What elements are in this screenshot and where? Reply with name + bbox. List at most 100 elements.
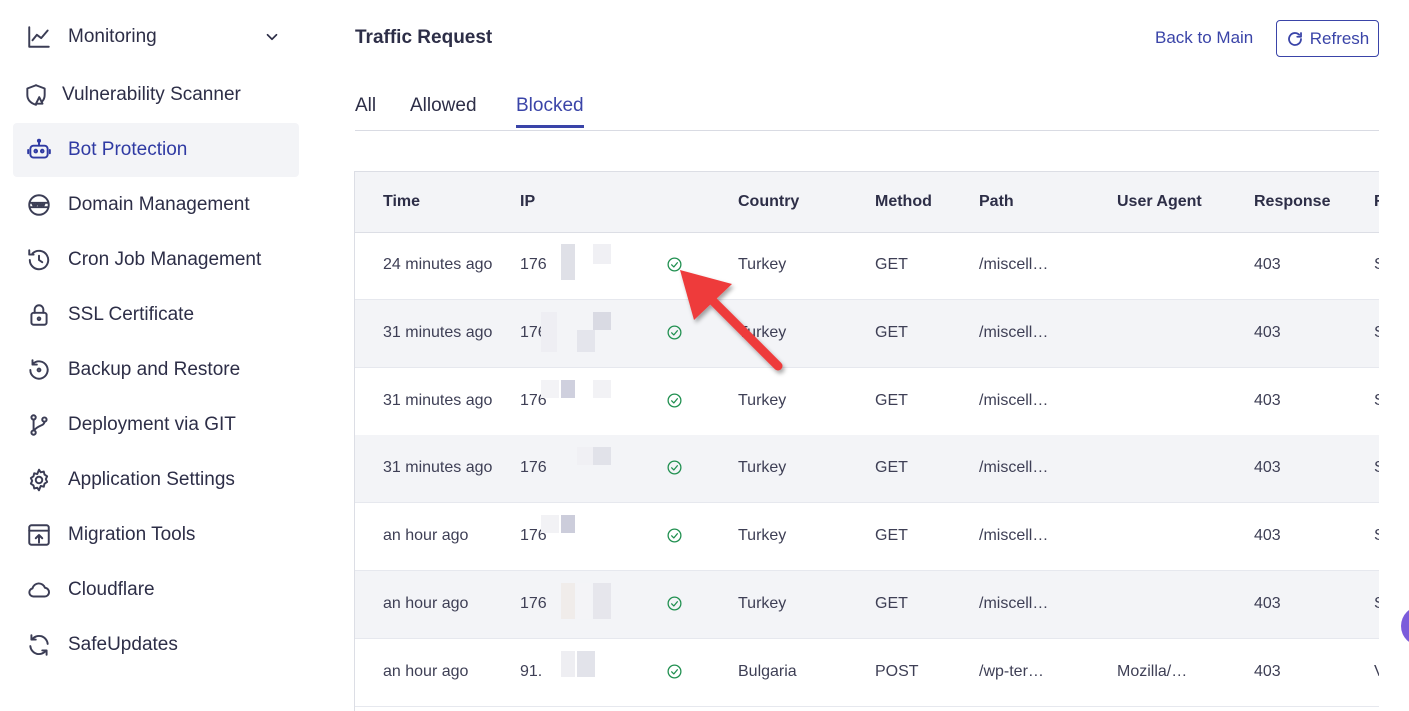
column-header-time[interactable]: Time	[383, 193, 420, 211]
cell-country: Turkey	[738, 256, 787, 273]
check-circle-icon[interactable]	[666, 324, 683, 341]
ip-redaction	[541, 311, 651, 358]
cell-truncated: S	[1374, 459, 1379, 477]
sidebar-item-label: Application Settings	[68, 469, 235, 490]
check-circle-icon[interactable]	[666, 392, 683, 409]
sidebar-item-deployment-via-git[interactable]: Deployment via GIT	[13, 398, 299, 452]
sidebar-item-cron-job-management[interactable]: Cron Job Management	[13, 233, 299, 287]
cell-path: /miscell…	[979, 595, 1049, 612]
cell-country: Bulgaria	[738, 662, 797, 680]
sidebar-item-domain-management[interactable]: Domain Management	[13, 178, 299, 232]
sidebar-item-safeupdates[interactable]: SafeUpdates	[13, 618, 299, 672]
tab-allowed[interactable]: Allowed	[410, 95, 477, 125]
cell-method: GET	[875, 459, 908, 477]
cell-response: 403	[1254, 256, 1281, 273]
column-header-path[interactable]: Path	[979, 193, 1014, 211]
sidebar-item-label: Cron Job Management	[68, 249, 262, 270]
sidebar-item-label: Migration Tools	[68, 524, 196, 545]
sidebar: Monitoring Vulnerability Scanner Bot Pro…	[0, 0, 310, 698]
ip-redaction	[541, 650, 651, 697]
cloud-icon	[26, 577, 52, 603]
cell-method: GET	[875, 391, 908, 409]
cell-truncated: S	[1374, 392, 1379, 410]
ip-redaction	[541, 244, 651, 290]
table-row[interactable]: an hour ago176TurkeyGET/miscell…403S	[355, 571, 1379, 639]
sidebar-item-label: Backup and Restore	[68, 359, 241, 380]
table-row[interactable]: an hour ago176TurkeyGET/miscell…403S	[355, 503, 1379, 572]
tab-blocked[interactable]: Blocked	[516, 95, 584, 128]
check-circle-icon[interactable]	[666, 595, 683, 612]
column-header-ip[interactable]: IP	[520, 193, 535, 211]
chart-line-icon	[26, 24, 52, 50]
cell-response: 403	[1254, 662, 1281, 680]
column-header-user-agent[interactable]: User Agent	[1117, 193, 1202, 211]
column-header-truncated[interactable]: R	[1374, 193, 1379, 211]
cell-response: 403	[1254, 391, 1281, 409]
table-header: Time IP Country Method Path User Agent R…	[355, 172, 1379, 233]
sidebar-item-migration-tools[interactable]: Migration Tools	[13, 508, 299, 562]
cell-response: 403	[1254, 527, 1281, 545]
chevron-down-icon[interactable]	[263, 28, 281, 46]
robot-icon	[26, 137, 52, 163]
cell-ip: 91.	[520, 662, 543, 680]
tab-bar: All Allowed Blocked	[355, 95, 1379, 131]
cell-path: /miscell…	[979, 459, 1049, 477]
cell-response: 403	[1254, 323, 1281, 341]
refresh-button[interactable]: Refresh	[1276, 20, 1379, 57]
upload-box-icon	[26, 522, 52, 548]
cell-truncated: S	[1374, 324, 1379, 342]
ip-redaction	[541, 447, 651, 493]
refresh-cycle-icon	[26, 632, 52, 658]
sidebar-item-monitoring[interactable]: Monitoring	[13, 10, 299, 64]
sidebar-item-backup-and-restore[interactable]: Backup and Restore	[13, 343, 299, 397]
cell-time: an hour ago	[383, 595, 469, 612]
ip-redaction	[541, 515, 651, 561]
table-row[interactable]: an hour ago 91. Bulgaria POST/wp-ter… Mozill…	[355, 639, 1379, 707]
check-circle-icon[interactable]	[666, 459, 683, 476]
traffic-table: Time IP Country Method Path User Agent R…	[354, 171, 1379, 711]
gear-icon	[26, 467, 52, 493]
cell-path: /miscell…	[979, 323, 1049, 341]
check-circle-icon[interactable]	[666, 527, 683, 544]
sidebar-item-label: SSL Certificate	[68, 304, 195, 325]
column-header-country[interactable]: Country	[738, 193, 799, 211]
sidebar-item-cloudflare[interactable]: Cloudflare	[13, 563, 299, 617]
cell-truncated: V	[1374, 663, 1379, 681]
sidebar-item-vulnerability-scanner[interactable]: Vulnerability Scanner	[13, 68, 299, 122]
sidebar-item-application-settings[interactable]: Application Settings	[13, 453, 299, 507]
table-row[interactable]: 24 minutes ago176TurkeyGET/miscell…403S	[355, 232, 1379, 300]
table-row[interactable]: 31 minutes ago176TurkeyGET/miscell…403S	[355, 368, 1379, 436]
history-clock-icon	[26, 247, 52, 273]
cell-method: POST	[875, 662, 919, 680]
sidebar-item-ssl-certificate[interactable]: SSL Certificate	[13, 288, 299, 342]
cell-truncated: S	[1374, 595, 1379, 613]
cell-time: 31 minutes ago	[383, 323, 493, 341]
column-header-method[interactable]: Method	[875, 193, 932, 211]
tab-all[interactable]: All	[355, 95, 376, 125]
cell-response: 403	[1254, 459, 1281, 477]
cell-country: Turkey	[738, 527, 787, 545]
refresh-icon	[1287, 31, 1302, 46]
sidebar-item-label: SafeUpdates	[68, 634, 178, 655]
cell-path: /miscell…	[979, 527, 1049, 545]
lock-icon	[26, 302, 52, 328]
ip-redaction	[541, 583, 651, 629]
chat-bubble-avatar[interactable]	[1401, 606, 1409, 646]
check-circle-icon[interactable]	[666, 663, 683, 680]
cell-path: /miscell…	[979, 391, 1049, 409]
table-row[interactable]: 31 minutes ago176TurkeyGET/miscell…403S	[355, 435, 1379, 504]
cell-response: 403	[1254, 595, 1281, 612]
cell-time: 24 minutes ago	[383, 256, 493, 273]
check-circle-icon[interactable]	[666, 256, 683, 273]
back-to-main-link[interactable]: Back to Main	[1155, 28, 1253, 48]
sidebar-item-label: Vulnerability Scanner	[62, 84, 241, 105]
cell-truncated: S	[1374, 256, 1379, 274]
cell-time: 31 minutes ago	[383, 459, 493, 477]
table-row[interactable]: 31 minutes ago176TurkeyGET/miscell…403S	[355, 299, 1379, 368]
cell-path: /miscell…	[979, 256, 1049, 273]
column-header-response[interactable]: Response	[1254, 193, 1330, 211]
cell-user-agent: Mozilla/…	[1117, 662, 1188, 680]
sidebar-item-bot-protection[interactable]: Bot Protection	[13, 123, 299, 177]
sidebar-item-label: Deployment via GIT	[68, 414, 236, 435]
cell-method: GET	[875, 595, 908, 612]
